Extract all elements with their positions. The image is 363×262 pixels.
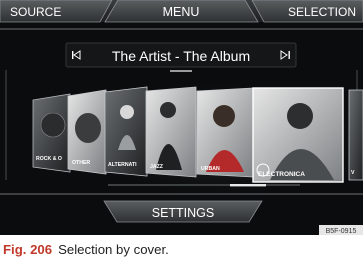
source-tab[interactable]: SOURCE [0,0,113,23]
image-code: B5F-0915 [319,225,363,235]
cover-label-partial: V [351,170,355,176]
menu-label: MENU [163,5,200,19]
figure-number: Fig. 206 [3,242,53,257]
skip-previous-icon[interactable] [68,45,86,65]
infotainment-screen: SOURCE MENU SELECTION The Artist - The A… [0,0,363,235]
caption-text: Selection by cover. [58,242,169,257]
figure-caption: Fig. 206 Selection by cover. [3,242,169,257]
skip-next-icon[interactable] [276,45,294,65]
settings-label: SETTINGS [152,206,215,220]
cover-jazz[interactable]: JAZZ [145,86,197,178]
cover-label-urban: URBAN [201,166,220,172]
cover-alternative[interactable]: ALTERNATI [104,86,148,177]
now-playing-title: The Artist - The Album [112,48,250,64]
cover-flow: ROCK & O OTHER ALTERNATI JAZZ URBAN ELEC… [32,86,363,183]
cover-urban[interactable]: URBAN [196,87,254,178]
cover-other[interactable]: OTHER [67,89,107,175]
cover-rock[interactable]: ROCK & O [32,93,71,173]
cover-label-electronica: ELECTRONICA [258,171,305,178]
cover-partial[interactable]: V [348,89,363,181]
scrollbar-thumb[interactable] [230,184,266,187]
cover-electronica[interactable]: ELECTRONICA [252,87,344,183]
selection-label: SELECTION [288,5,356,19]
settings-tab[interactable]: SETTINGS [103,200,263,223]
selection-tab[interactable]: SELECTION [251,0,363,23]
svg-text:B5F-0915: B5F-0915 [326,228,357,235]
source-label: SOURCE [10,5,61,19]
cover-label-alternative: ALTERNATI [108,162,137,168]
cover-label-jazz: JAZZ [150,164,164,170]
cover-label-rock: ROCK & O [36,156,62,162]
menu-tab[interactable]: MENU [104,0,259,23]
cover-label-other: OTHER [72,160,90,166]
now-playing-bar: The Artist - The Album [65,42,297,72]
